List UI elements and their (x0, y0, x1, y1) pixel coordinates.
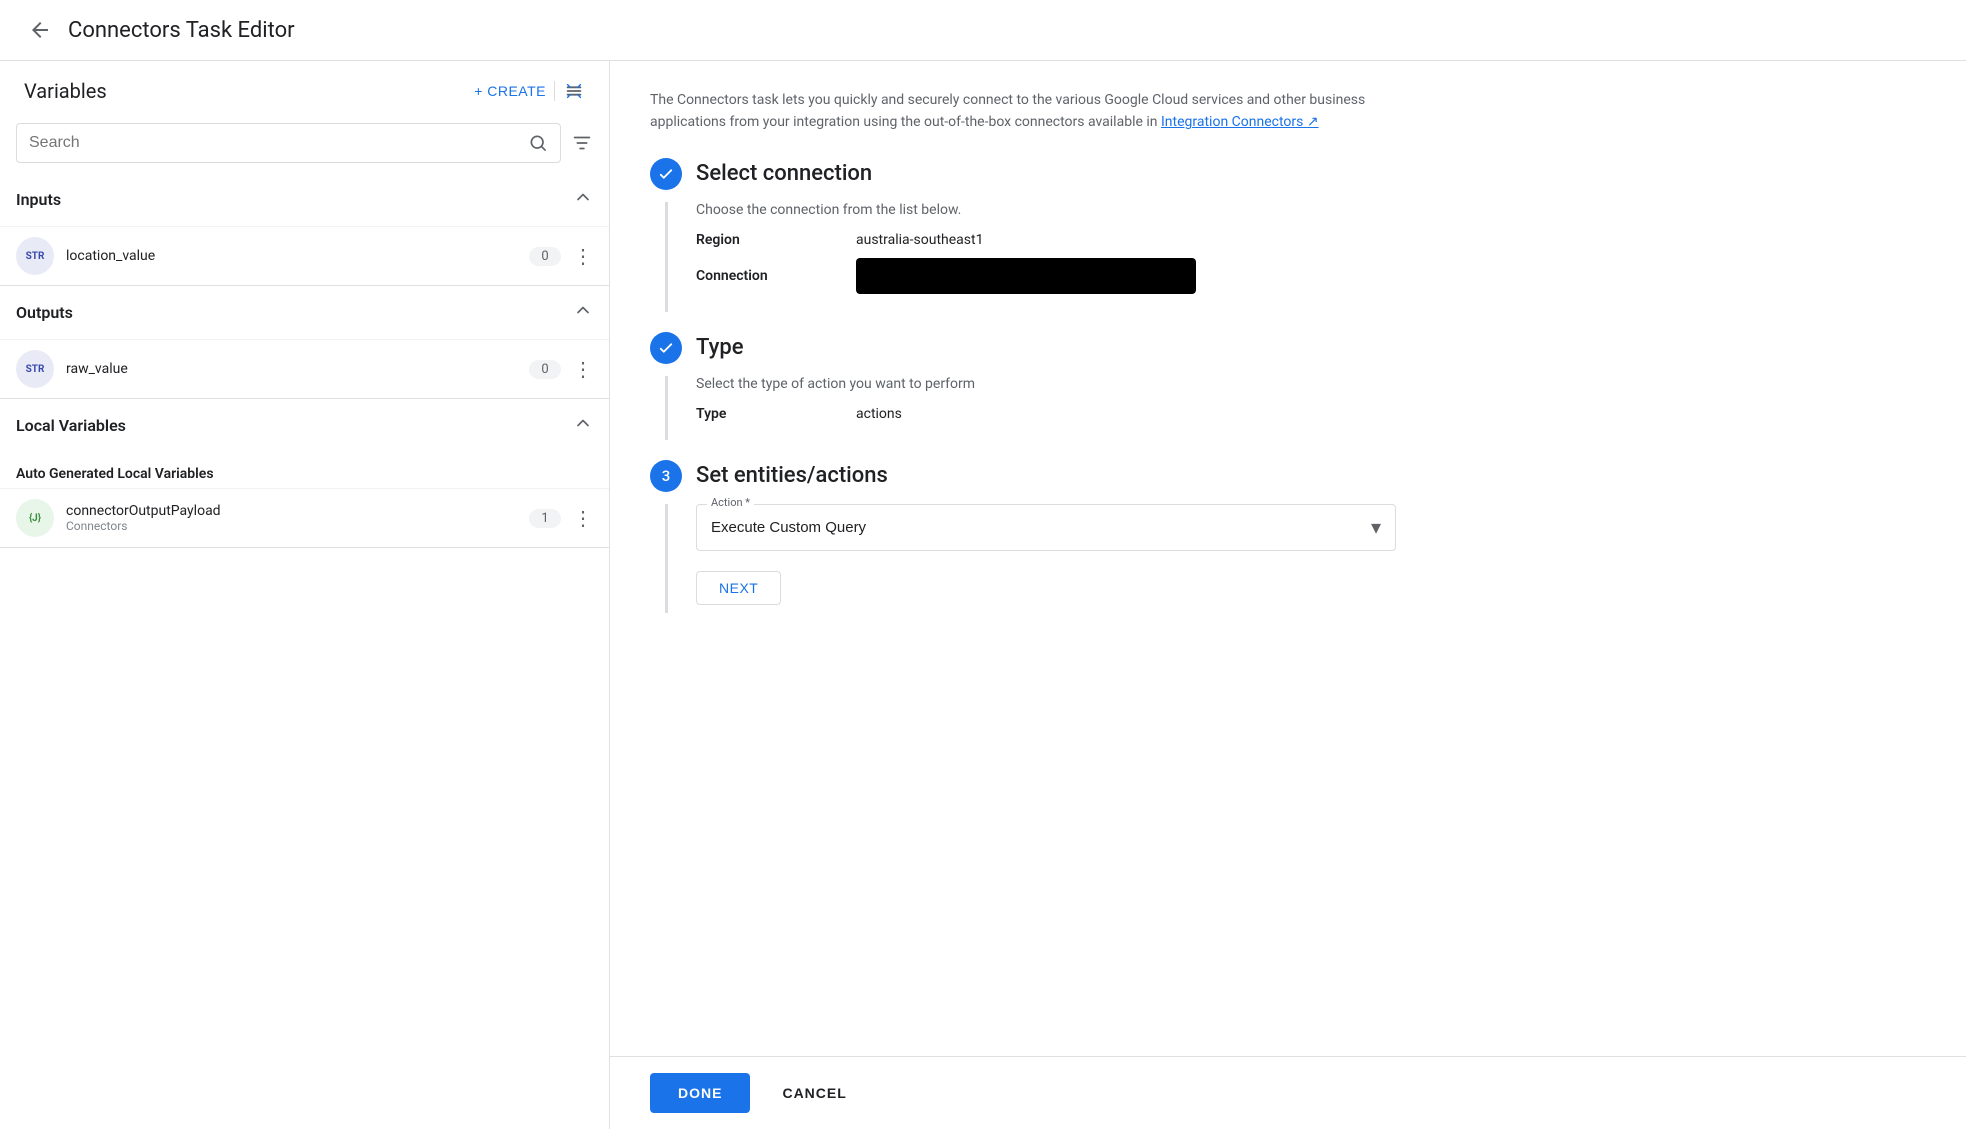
region-value: australia-southeast1 (856, 232, 983, 248)
right-content: The Connectors task lets you quickly and… (610, 61, 1966, 1056)
action-field: Action * Execute Custom Query Create Upd… (696, 504, 1926, 551)
cancel-button[interactable]: CANCEL (766, 1073, 862, 1113)
step2-title: Type (696, 335, 744, 360)
str-badge: STR (16, 237, 54, 275)
description-text: The Connectors task lets you quickly and… (650, 89, 1430, 134)
step2-header: Type (650, 332, 1926, 364)
inputs-title: Inputs (16, 190, 61, 209)
filter-button[interactable] (571, 132, 593, 154)
main-layout: Variables + CREATE (0, 61, 1966, 1129)
step1-content: Choose the connection from the list belo… (665, 202, 1926, 312)
search-input[interactable] (29, 134, 528, 152)
variables-actions: + CREATE (474, 80, 585, 102)
step3-title: Set entities/actions (696, 463, 888, 488)
output-item-raw-value: STR raw_value 0 ⋮ (0, 339, 609, 398)
step3-number: 3 (662, 467, 671, 485)
next-btn-area: NEXT (696, 571, 1926, 605)
step3-block: 3 Set entities/actions Action * Execute … (650, 460, 1926, 613)
input-item-location-value: STR location_value 0 ⋮ (0, 226, 609, 285)
done-button[interactable]: DONE (650, 1073, 750, 1113)
action-select-label: Action * (707, 496, 754, 509)
outputs-collapse-button[interactable] (573, 300, 593, 325)
step1-connection-row: Connection (696, 258, 1926, 294)
step2-block: Type Select the type of action you want … (650, 332, 1926, 440)
var-name-wrap-connector: connectorOutputPayload Connectors (66, 503, 517, 533)
local-var-item-connector-output: {J} connectorOutputPayload Connectors 1 … (0, 488, 609, 547)
outputs-section-header[interactable]: Outputs (0, 286, 609, 339)
step1-icon (650, 158, 682, 190)
json-badge: {J} (16, 499, 54, 537)
local-variables-section-header[interactable]: Local Variables (0, 399, 609, 452)
type-label: Type (696, 406, 816, 422)
var-name-location-value: location_value (66, 248, 517, 264)
create-button[interactable]: + CREATE (474, 83, 546, 99)
var-name-raw-value: raw_value (66, 361, 517, 377)
var-more-button-connector[interactable]: ⋮ (573, 506, 593, 531)
right-panel: The Connectors task lets you quickly and… (610, 61, 1966, 1129)
vertical-divider (554, 81, 555, 101)
collapse-all-button[interactable] (563, 80, 585, 102)
local-variables-collapse-button[interactable] (573, 413, 593, 438)
step2-content: Select the type of action you want to pe… (665, 376, 1926, 440)
search-wrapper (16, 123, 561, 163)
var-count-location-value: 0 (529, 247, 561, 266)
inputs-section-header[interactable]: Inputs (0, 173, 609, 226)
step1-subtitle: Choose the connection from the list belo… (696, 202, 1926, 218)
integration-connectors-link[interactable]: Integration Connectors ↗ (1161, 114, 1319, 130)
page-title: Connectors Task Editor (68, 18, 295, 43)
local-variables-title: Local Variables (16, 416, 126, 435)
variables-title: Variables (24, 79, 107, 103)
step3-header: 3 Set entities/actions (650, 460, 1926, 492)
inputs-collapse-button[interactable] (573, 187, 593, 212)
action-select-wrap: Action * Execute Custom Query Create Upd… (696, 504, 1396, 551)
connection-value-redacted (856, 258, 1196, 294)
left-panel: Variables + CREATE (0, 61, 610, 1129)
back-button[interactable] (24, 14, 56, 46)
step2-icon (650, 332, 682, 364)
variables-header: Variables + CREATE (0, 61, 609, 115)
type-value: actions (856, 406, 902, 422)
var-count-raw-value: 0 (529, 360, 561, 379)
region-label: Region (696, 232, 816, 248)
var-sub-connectors: Connectors (66, 519, 517, 533)
step1-header: Select connection (650, 158, 1926, 190)
header: Connectors Task Editor (0, 0, 1966, 61)
footer: DONE CANCEL (610, 1056, 1966, 1129)
step3-icon: 3 (650, 460, 682, 492)
step2-type-row: Type actions (696, 406, 1926, 422)
next-button[interactable]: NEXT (696, 571, 781, 605)
var-count-connector: 1 (529, 509, 561, 528)
step3-content: Action * Execute Custom Query Create Upd… (665, 504, 1926, 613)
step1-title: Select connection (696, 161, 872, 186)
search-filter-row (0, 115, 609, 173)
auto-gen-label: Auto Generated Local Variables (0, 452, 609, 488)
var-more-button-location-value[interactable]: ⋮ (573, 244, 593, 269)
connection-label: Connection (696, 268, 816, 284)
var-more-button-raw-value[interactable]: ⋮ (573, 357, 593, 382)
local-variables-section: Local Variables Auto Generated Local Var… (0, 399, 609, 548)
step1-block: Select connection Choose the connection … (650, 158, 1926, 312)
step2-subtitle: Select the type of action you want to pe… (696, 376, 1926, 392)
var-name-connector-output: connectorOutputPayload (66, 503, 517, 519)
action-dropdown[interactable]: Execute Custom Query Create Update Delet… (697, 505, 1395, 550)
outputs-title: Outputs (16, 303, 73, 322)
step1-region-row: Region australia-southeast1 (696, 232, 1926, 248)
inputs-section: Inputs STR location_value 0 ⋮ (0, 173, 609, 286)
search-icon-button[interactable] (528, 133, 548, 153)
outputs-section: Outputs STR raw_value 0 ⋮ (0, 286, 609, 399)
str-badge-raw: STR (16, 350, 54, 388)
